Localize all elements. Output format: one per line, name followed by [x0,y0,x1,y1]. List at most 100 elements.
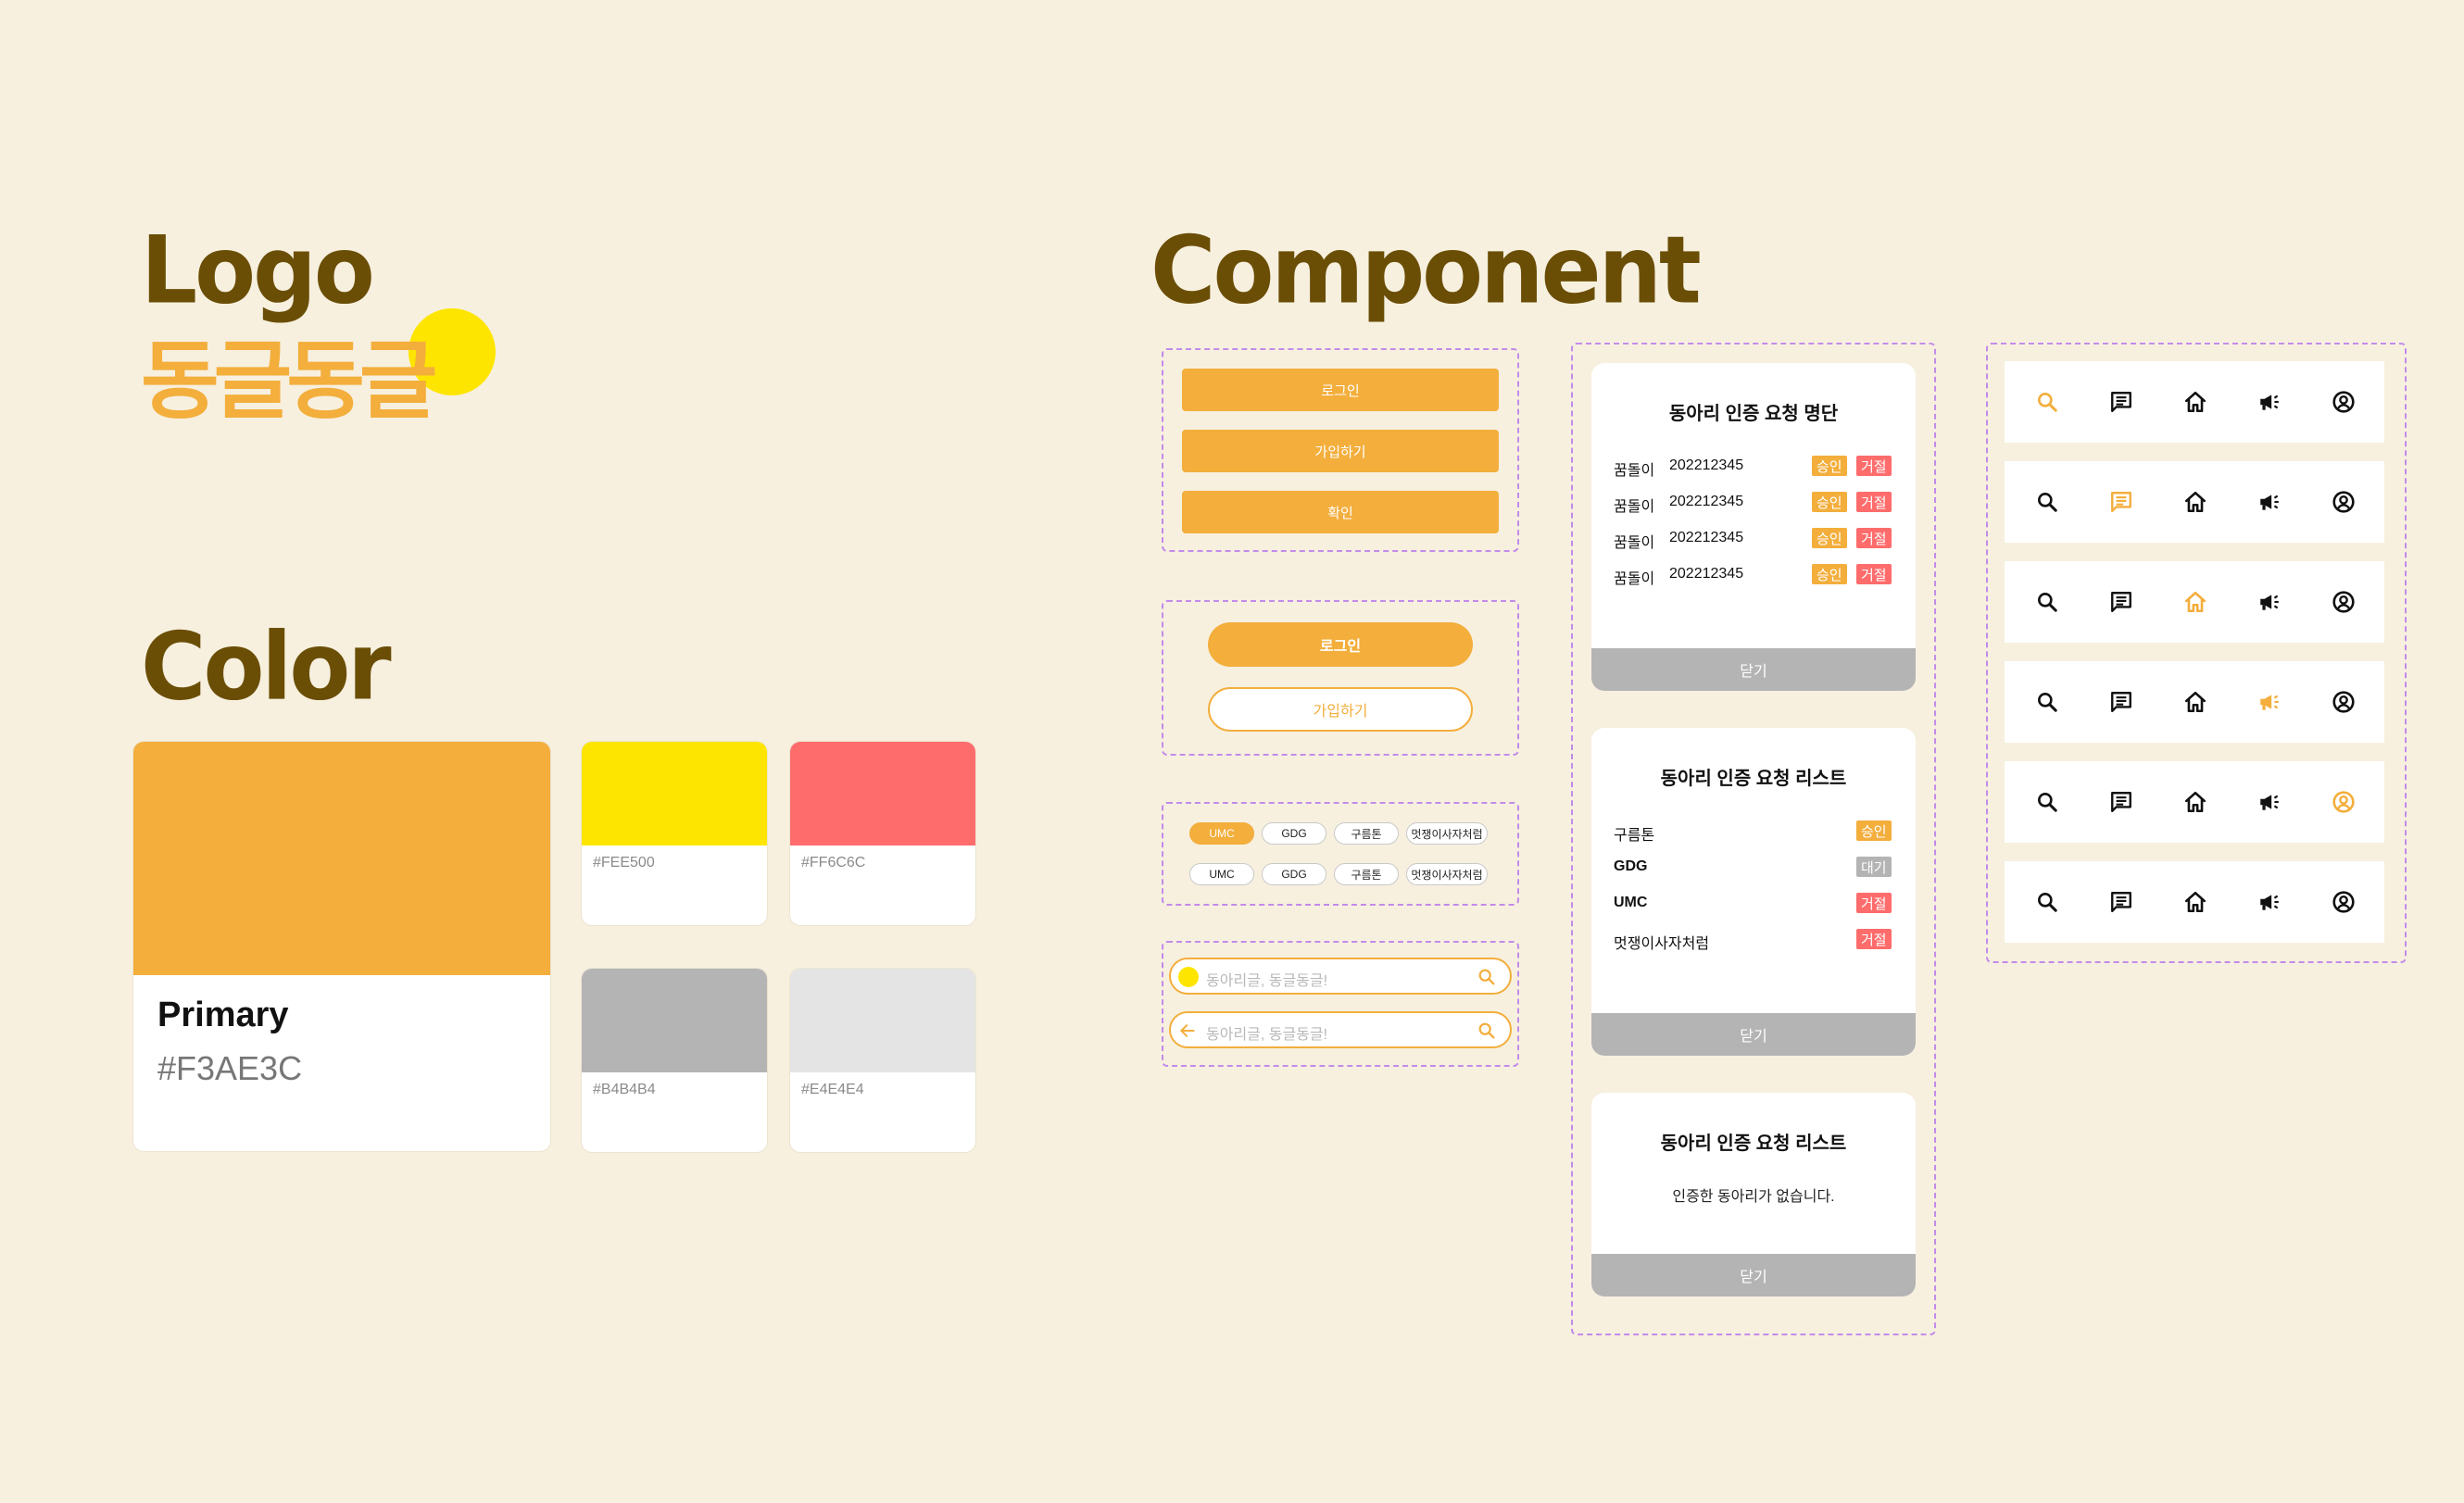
home-icon[interactable] [2183,890,2207,914]
status-badge: 거절 [1856,929,1892,949]
status-badge: 승인 [1856,820,1892,841]
profile-icon[interactable] [2332,390,2356,414]
bottom-nav-bar [2005,461,2384,543]
chip-gdg[interactable]: GDG [1262,863,1326,885]
signup-pill-button[interactable]: 가입하기 [1208,687,1473,732]
login-pill-button[interactable]: 로그인 [1208,622,1473,667]
message-icon[interactable] [2109,890,2133,914]
empty-message: 인증한 동아리가 없습니다. [1672,1189,1835,1205]
home-icon[interactable] [2183,390,2207,414]
chip-umc[interactable]: UMC [1189,822,1254,845]
chip-likelion[interactable]: 멋쟁이사자처럼 [1406,863,1488,885]
search-input[interactable]: 동아리글, 동글동글! [1169,1011,1512,1048]
search-placeholder: 동아리글, 동글동글! [1206,1027,1328,1043]
profile-icon[interactable] [2332,690,2356,714]
color-card-gray: #B4B4B4 [581,968,768,1153]
megaphone-icon[interactable] [2257,490,2282,514]
close-button[interactable]: 닫기 [1591,1254,1916,1296]
rect-buttons-frame: 로그인 가입하기 확인 [1162,348,1519,552]
approve-button[interactable]: 승인 [1812,456,1847,476]
navbars-frame [1986,343,2407,963]
megaphone-icon[interactable] [2257,690,2282,714]
gray-hex: #B4B4B4 [593,1082,656,1097]
modals-frame: 동아리 인증 요청 명단 꿈돌이 202212345 승인 거절 꿈돌이 202… [1571,343,1936,1335]
search-icon[interactable] [1477,1021,1497,1041]
member-id: 202212345 [1669,530,1744,545]
bottom-nav-bar [2005,561,2384,643]
home-icon[interactable] [2183,790,2207,814]
status-badge: 거절 [1856,893,1892,913]
member-name: 꿈돌이 [1614,463,1655,479]
reject-button[interactable]: 거절 [1856,492,1892,512]
search-frame: 동아리글, 동글동글! 동아리글, 동글동글! [1162,941,1519,1067]
primary-swatch [133,742,550,975]
color-card-red: #FF6C6C [789,741,976,926]
chip-likelion[interactable]: 멋쟁이사자처럼 [1406,822,1488,845]
search-icon[interactable] [2035,590,2059,614]
search-icon[interactable] [1477,967,1497,987]
message-icon[interactable] [2109,790,2133,814]
component-heading: Component [1150,216,1702,325]
logo-wordmark: 동글동글 [141,332,438,431]
search-icon[interactable] [2035,790,2059,814]
color-heading: Color [141,612,392,721]
search-icon[interactable] [2035,390,2059,414]
reject-button[interactable]: 거절 [1856,564,1892,584]
megaphone-icon[interactable] [2257,390,2282,414]
chip-goorm[interactable]: 구름톤 [1334,863,1399,885]
search-icon[interactable] [2035,690,2059,714]
search-input[interactable]: 동아리글, 동글동글! [1169,958,1512,995]
close-button[interactable]: 닫기 [1591,1013,1916,1056]
member-name: 꿈돌이 [1614,571,1655,587]
logo-sun-icon [1178,967,1199,987]
reject-button[interactable]: 거절 [1856,528,1892,548]
signup-button[interactable]: 가입하기 [1182,430,1499,472]
search-icon[interactable] [2035,490,2059,514]
megaphone-icon[interactable] [2257,790,2282,814]
message-icon[interactable] [2109,690,2133,714]
megaphone-icon[interactable] [2257,590,2282,614]
status-badge: 대기 [1856,857,1892,877]
request-roster-modal: 동아리 인증 요청 명단 꿈돌이 202212345 승인 거절 꿈돌이 202… [1591,363,1916,691]
message-icon[interactable] [2109,490,2133,514]
home-icon[interactable] [2183,490,2207,514]
logo-heading: Logo [141,216,375,325]
approve-button[interactable]: 승인 [1812,528,1847,548]
confirm-button[interactable]: 확인 [1182,491,1499,533]
close-button[interactable]: 닫기 [1591,648,1916,691]
reject-button[interactable]: 거절 [1856,456,1892,476]
megaphone-icon[interactable] [2257,890,2282,914]
pill-buttons-frame: 로그인 가입하기 [1162,600,1519,756]
member-name: 꿈돌이 [1614,499,1655,515]
approve-button[interactable]: 승인 [1812,564,1847,584]
login-button[interactable]: 로그인 [1182,369,1499,411]
profile-icon[interactable] [2332,490,2356,514]
club-name: GDG [1614,858,1648,874]
profile-icon[interactable] [2332,790,2356,814]
bottom-nav-bar [2005,761,2384,843]
member-id: 202212345 [1669,457,1744,473]
empty-list-modal: 동아리 인증 요청 리스트 인증한 동아리가 없습니다. 닫기 [1591,1093,1916,1296]
club-name: UMC [1614,895,1648,910]
back-arrow-icon[interactable] [1178,1021,1197,1040]
home-icon[interactable] [2183,590,2207,614]
modal-title: 동아리 인증 요청 리스트 [1660,769,1847,789]
club-name: 구름톤 [1614,828,1655,844]
profile-icon[interactable] [2332,890,2356,914]
profile-icon[interactable] [2332,590,2356,614]
chip-umc[interactable]: UMC [1189,863,1254,885]
message-icon[interactable] [2109,390,2133,414]
search-icon[interactable] [2035,890,2059,914]
message-icon[interactable] [2109,590,2133,614]
modal-title: 동아리 인증 요청 명단 [1668,404,1839,424]
chip-goorm[interactable]: 구름톤 [1334,822,1399,845]
yellow-hex: #FEE500 [593,855,655,870]
bottom-nav-bar [2005,361,2384,443]
home-icon[interactable] [2183,690,2207,714]
approve-button[interactable]: 승인 [1812,492,1847,512]
club-name: 멋쟁이사자처럼 [1614,936,1710,952]
member-id: 202212345 [1669,494,1744,509]
chip-gdg[interactable]: GDG [1262,822,1326,845]
search-placeholder: 동아리글, 동글동글! [1206,973,1328,989]
bottom-nav-bar [2005,661,2384,743]
